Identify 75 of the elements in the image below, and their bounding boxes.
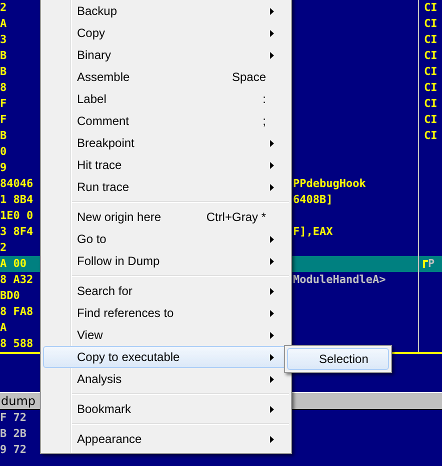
- code-text: CI: [423, 128, 438, 144]
- code-text: B: [0, 128, 7, 144]
- code-text: P: [428, 256, 435, 272]
- menu-item[interactable]: Breakpoint: [43, 132, 289, 154]
- code-text: 8 FA8: [0, 304, 34, 320]
- submenu-arrow-icon: [270, 140, 274, 146]
- code-text: 1E0 0: [0, 208, 34, 224]
- submenu-arrow-icon: [270, 8, 274, 14]
- code-text: 84046: [0, 176, 34, 192]
- code-text: 1 8B4: [0, 192, 34, 208]
- bracket-icon: [423, 260, 428, 268]
- code-text: 8: [0, 80, 7, 96]
- code-text: 6408B]: [293, 192, 333, 208]
- code-text: 3: [0, 32, 7, 48]
- submenu-arrow-icon: [270, 354, 274, 360]
- dump-text: B 2B: [0, 426, 26, 442]
- code-text: CI: [423, 16, 438, 32]
- code-text: PPdebugHook: [293, 176, 366, 192]
- code-text: 2: [0, 0, 7, 16]
- menu-item[interactable]: View: [43, 324, 289, 346]
- code-text: F: [0, 112, 7, 128]
- menu-item[interactable]: Comment ;: [43, 110, 289, 132]
- code-text: 2: [0, 240, 7, 256]
- code-text: B: [0, 64, 7, 80]
- menu-item[interactable]: Search for: [43, 280, 289, 302]
- menu-item[interactable]: Appearance: [43, 428, 289, 450]
- menu-item[interactable]: Backup: [43, 0, 289, 22]
- menu-item[interactable]: Bookmark: [43, 398, 289, 420]
- code-text: CI: [423, 64, 438, 80]
- code-text: 3 8F4: [0, 224, 34, 240]
- menu-item[interactable]: Binary: [43, 44, 289, 66]
- code-text: 8 A32: [0, 272, 34, 288]
- submenu-arrow-icon: [270, 184, 274, 190]
- menu-item[interactable]: Label :: [43, 88, 289, 110]
- submenu-arrow-icon: [270, 52, 274, 58]
- submenu-arrow-icon: [270, 258, 274, 264]
- menu-item[interactable]: Run trace: [43, 176, 289, 198]
- menu-item[interactable]: Copy: [43, 22, 289, 44]
- menu-item[interactable]: Go to: [43, 228, 289, 250]
- code-text: CI: [423, 32, 438, 48]
- code-text: CI: [423, 96, 438, 112]
- code-text: 0: [0, 144, 7, 160]
- code-text: CI: [423, 0, 438, 16]
- code-text: A: [0, 320, 7, 336]
- code-text: ModuleHandleA>: [293, 272, 386, 288]
- code-text: 9: [0, 160, 7, 176]
- submenu-arrow-icon: [270, 288, 274, 294]
- menu-item[interactable]: Follow in Dump: [43, 250, 289, 272]
- submenu-arrow-icon: [270, 436, 274, 442]
- menu-item[interactable]: Assemble Space: [43, 66, 289, 88]
- dump-text: F 72: [0, 410, 26, 426]
- dump-text: 9 72: [0, 442, 26, 458]
- menu-item[interactable]: Find references to: [43, 302, 289, 324]
- code-text: CI: [423, 48, 438, 64]
- code-text: B: [0, 48, 7, 64]
- menu-item[interactable]: New origin here Ctrl+Gray *: [43, 206, 289, 228]
- menu-item[interactable]: Selection: [287, 348, 389, 370]
- code-text: A: [0, 16, 7, 32]
- submenu-arrow-icon: [270, 236, 274, 242]
- code-text: BD0: [0, 288, 20, 304]
- menu-item[interactable]: Hit trace: [43, 154, 289, 176]
- submenu-arrow-icon: [270, 30, 274, 36]
- pane-title: dump: [0, 393, 36, 410]
- code-text: CI: [423, 112, 438, 128]
- menu-item[interactable]: Analysis: [43, 368, 289, 390]
- submenu-arrow-icon: [270, 162, 274, 168]
- code-text: A 00: [0, 256, 26, 272]
- submenu-arrow-icon: [270, 406, 274, 412]
- submenu-arrow-icon: [270, 376, 274, 382]
- code-text: F: [0, 96, 7, 112]
- submenu-arrow-icon: [270, 332, 274, 338]
- code-text: CI: [423, 80, 438, 96]
- code-text: F],EAX: [293, 224, 333, 240]
- code-text: 8 588: [0, 336, 34, 352]
- submenu-arrow-icon: [270, 310, 274, 316]
